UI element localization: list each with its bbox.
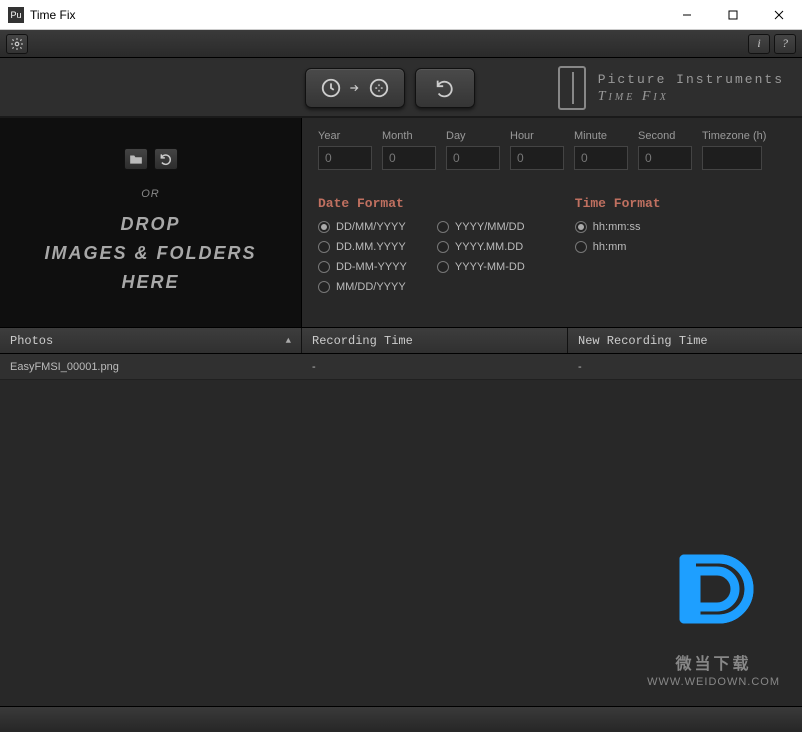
radio-dd-slash[interactable]: DD/MM/YYYY [318,221,407,233]
settings-pane: Year Month Day Hour Minute Second Timezo… [302,118,802,327]
config-row: OR DROP IMAGES & FOLDERS HERE Year Month… [0,118,802,328]
app-body: i ? Picture Instruments Time Fix [0,30,802,732]
sort-asc-icon: ▲ [286,336,291,346]
settings-button[interactable] [6,34,28,54]
radio-dot-icon [437,221,449,233]
brand: Picture Instruments Time Fix [558,66,784,110]
brand-line1: Picture Instruments [598,72,784,87]
titlebar: Pu Time Fix [0,0,802,30]
time-format-title: Time Format [575,196,661,211]
time-offset-fields: Year Month Day Hour Minute Second Timezo… [318,130,786,170]
brand-line2: Time Fix [598,89,784,105]
info-button[interactable]: i [748,34,770,54]
clock-icon [320,77,342,99]
radio-mm-slash[interactable]: MM/DD/YYYY [318,281,407,293]
radio-hhmmss[interactable]: hh:mm:ss [575,221,661,233]
apply-time-button[interactable] [305,68,405,108]
radio-dot-icon [437,261,449,273]
radio-hhmm[interactable]: hh:mm [575,241,661,253]
or-label: OR [141,188,160,200]
hour-label: Hour [510,130,564,142]
undo-button[interactable] [415,68,475,108]
date-format-title: Date Format [318,196,525,211]
column-new-recording-time[interactable]: New Recording Time [568,328,802,353]
utility-bar: i ? [0,30,802,58]
window-title: Time Fix [30,8,76,22]
drop-line-3: HERE [121,268,179,297]
radio-dot-icon [437,241,449,253]
close-button[interactable] [756,0,802,30]
radio-dd-dot[interactable]: DD.MM.YYYY [318,241,407,253]
target-clock-icon [368,77,390,99]
footer-bar [0,706,802,730]
table-header: Photos ▲ Recording Time New Recording Ti… [0,328,802,354]
day-label: Day [446,130,500,142]
gear-icon [10,37,24,51]
cell-photo: EasyFMSI_00001.png [0,354,302,379]
open-folder-button[interactable] [124,148,148,170]
drop-line-1: DROP [120,210,180,239]
watermark-logo-icon [664,544,764,644]
minute-label: Minute [574,130,628,142]
drop-pane[interactable]: OR DROP IMAGES & FOLDERS HERE [0,118,302,327]
radio-dot-icon [318,221,330,233]
header-actions [305,68,475,108]
month-input[interactable] [382,146,436,170]
cell-new-recording: - [568,354,802,379]
header-band: Picture Instruments Time Fix [0,58,802,118]
watermark-line1: 微当下载 [647,650,780,674]
help-button[interactable]: ? [774,34,796,54]
radio-yyyy-dash[interactable]: YYYY-MM-DD [437,261,525,273]
radio-dot-icon [575,221,587,233]
drop-reset-button[interactable] [154,148,178,170]
arrow-right-icon [348,81,362,95]
cell-recording: - [302,354,568,379]
undo-icon [434,77,456,99]
minute-input[interactable] [574,146,628,170]
date-format-group: Date Format DD/MM/YYYY DD.MM.YYYY DD-MM-… [318,196,525,293]
column-recording-time[interactable]: Recording Time [302,328,568,353]
radio-yyyy-slash[interactable]: YYYY/MM/DD [437,221,525,233]
day-input[interactable] [446,146,500,170]
refresh-icon [159,152,173,166]
year-input[interactable] [318,146,372,170]
radio-dot-icon [318,261,330,273]
window-controls [664,0,802,30]
radio-dd-dash[interactable]: DD-MM-YYYY [318,261,407,273]
minimize-button[interactable] [664,0,710,30]
table-row[interactable]: EasyFMSI_00001.png - - [0,354,802,380]
maximize-button[interactable] [710,0,756,30]
brand-text: Picture Instruments Time Fix [598,72,784,105]
table-body: EasyFMSI_00001.png - - 微当下载 WWW.WEIDOWN.… [0,354,802,706]
month-label: Month [382,130,436,142]
hour-input[interactable] [510,146,564,170]
year-label: Year [318,130,372,142]
app-icon: Pu [8,7,24,23]
folder-icon [129,153,143,165]
radio-dot-icon [575,241,587,253]
watermark: 微当下载 WWW.WEIDOWN.COM [647,544,780,688]
time-format-group: Time Format hh:mm:ss hh:mm [575,196,661,293]
column-photos[interactable]: Photos ▲ [0,328,302,353]
format-row: Date Format DD/MM/YYYY DD.MM.YYYY DD-MM-… [318,196,786,293]
radio-dot-icon [318,281,330,293]
radio-dot-icon [318,241,330,253]
drop-line-2: IMAGES & FOLDERS [44,239,256,268]
timezone-input[interactable] [702,146,762,170]
radio-yyyy-dot[interactable]: YYYY.MM.DD [437,241,525,253]
timezone-label: Timezone (h) [702,130,766,142]
second-input[interactable] [638,146,692,170]
watermark-line2: WWW.WEIDOWN.COM [647,676,780,688]
brand-icon [558,66,586,110]
second-label: Second [638,130,692,142]
